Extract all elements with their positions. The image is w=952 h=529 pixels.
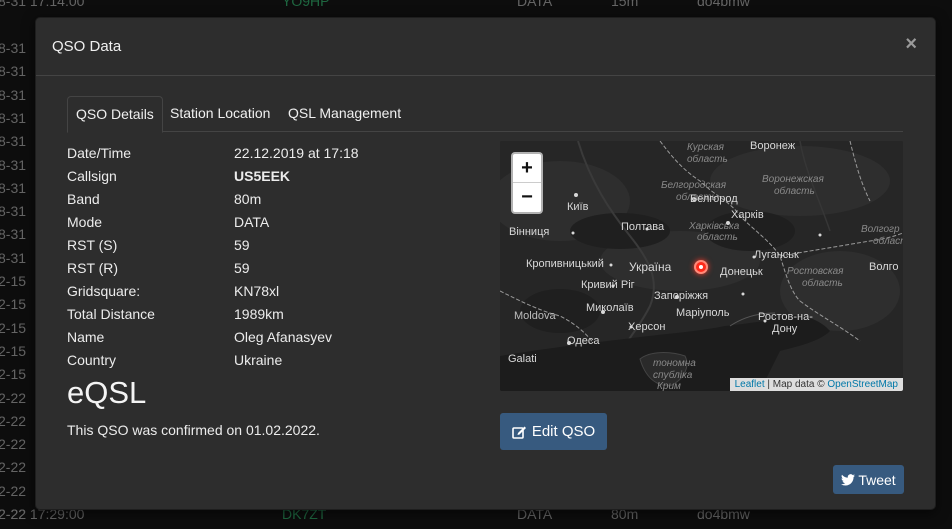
- detail-value: Oleg Afanasyev: [234, 329, 333, 345]
- modal-header: QSO Data ×: [36, 18, 935, 76]
- map-label: Луганськ: [754, 249, 799, 261]
- detail-value: Ukraine: [234, 352, 283, 368]
- edit-icon: [512, 426, 526, 439]
- map-label: область: [697, 232, 738, 243]
- map-label: Київ: [567, 201, 589, 213]
- map-label: Ростов-на-: [758, 311, 813, 323]
- detail-label: Date/Time: [67, 145, 132, 161]
- qso-details-table: Date/Time 22.12.2019 at 17:18 Callsign U…: [67, 145, 487, 375]
- map-zoom-control: + −: [511, 152, 543, 214]
- detail-row-rst-sent: RST (S) 59: [67, 237, 487, 260]
- detail-row-callsign: Callsign US5EEK: [67, 168, 487, 191]
- detail-label: RST (S): [67, 237, 118, 253]
- tab-qso-details[interactable]: QSO Details: [67, 96, 163, 133]
- detail-label: Mode: [67, 214, 103, 230]
- detail-label: Band: [67, 191, 100, 207]
- map-label: Донецьк: [720, 266, 763, 278]
- map-label: Запоріжжя: [654, 290, 709, 302]
- edit-qso-label: Edit QSO: [531, 423, 596, 440]
- modal-title: QSO Data: [52, 38, 122, 55]
- detail-value: 59: [234, 237, 250, 253]
- twitter-bird-icon: [841, 473, 856, 486]
- eqsl-confirmation-text: This QSO was confirmed on 01.02.2022.: [67, 422, 320, 438]
- map-label: спубліка: [653, 370, 693, 381]
- attribution-text: | Map data ©: [764, 379, 828, 390]
- map-label: Одеса: [567, 335, 600, 347]
- tweet-label: Tweet: [858, 471, 896, 488]
- map-label: область: [774, 186, 815, 197]
- detail-value: 22.12.2019 at 17:18: [234, 145, 359, 161]
- qso-data-modal: QSO Data × QSO Details Station Location …: [35, 17, 936, 510]
- detail-label: Total Distance: [67, 306, 155, 322]
- map-label: Волгогр: [861, 224, 900, 235]
- map-label: Белгород: [690, 193, 738, 205]
- eqsl-heading: eQSL: [67, 375, 147, 410]
- map-label: Воронеж: [750, 141, 796, 152]
- map-label: Ростовская: [787, 266, 844, 277]
- detail-value: 80m: [234, 191, 262, 207]
- map-label: область: [687, 154, 728, 165]
- map-label: Кропивницький: [526, 258, 604, 270]
- detail-value: DATA: [234, 214, 270, 230]
- close-button[interactable]: ×: [905, 34, 917, 54]
- detail-row-country: Country Ukraine: [67, 352, 487, 375]
- map-label: област: [873, 236, 903, 247]
- detail-label: RST (R): [67, 260, 119, 276]
- edit-qso-button[interactable]: Edit QSO: [500, 413, 607, 450]
- detail-row-mode: Mode DATA: [67, 214, 487, 237]
- detail-row-datetime: Date/Time 22.12.2019 at 17:18: [67, 145, 487, 168]
- detail-row-gridsquare: Gridsquare: KN78xl: [67, 283, 487, 306]
- detail-label: Callsign: [67, 168, 117, 184]
- map-label: Galati: [508, 353, 537, 365]
- map-label: Вінниця: [509, 226, 550, 238]
- detail-value: US5EEK: [234, 168, 291, 184]
- map-label: Маріуполь: [676, 307, 730, 319]
- map-label: тономна: [653, 358, 696, 369]
- map-label: Курская: [687, 142, 724, 153]
- map-label: Миколаїв: [586, 302, 634, 314]
- map-label: Волго: [869, 261, 899, 273]
- map-attribution: Leaflet | Map data © OpenStreetMap: [729, 378, 903, 391]
- map-label: Полтава: [621, 221, 665, 233]
- zoom-in-button[interactable]: +: [513, 154, 541, 183]
- openstreetmap-link[interactable]: OpenStreetMap: [827, 379, 898, 390]
- map-label: Харківська: [689, 221, 740, 232]
- detail-value: KN78xl: [234, 283, 280, 299]
- station-location-marker[interactable]: [694, 260, 708, 274]
- detail-value: 59: [234, 260, 250, 276]
- detail-label: Gridsquare:: [67, 283, 141, 299]
- detail-label: Name: [67, 329, 105, 345]
- tab-station-location[interactable]: Station Location: [162, 96, 278, 132]
- station-map[interactable]: Курская область Воронеж Воронежская обла…: [500, 141, 903, 391]
- map-label: Харків: [731, 209, 764, 221]
- map-label: Дону: [772, 323, 798, 335]
- detail-label: Country: [67, 352, 117, 368]
- tab-qsl-management[interactable]: QSL Management: [280, 96, 409, 132]
- map-label: Україна: [629, 260, 672, 274]
- tab-bar: QSO Details Station Location QSL Managem…: [67, 96, 903, 133]
- detail-row-rst-received: RST (R) 59: [67, 260, 487, 283]
- map-label: Белгородская: [661, 180, 727, 191]
- map-label: Херсон: [628, 321, 666, 333]
- detail-row-band: Band 80m: [67, 191, 487, 214]
- map-label: Крим: [657, 381, 681, 391]
- detail-value: 1989km: [234, 306, 284, 322]
- map-label: Кривий Ріг: [581, 279, 635, 291]
- map-label: Воронежская: [762, 174, 824, 185]
- map-label: область: [802, 278, 843, 289]
- detail-row-name: Name Oleg Afanasyev: [67, 329, 487, 352]
- map-label: Moldova: [514, 310, 556, 322]
- detail-row-distance: Total Distance 1989km: [67, 306, 487, 329]
- tweet-button[interactable]: Tweet: [833, 465, 904, 494]
- leaflet-link[interactable]: Leaflet: [735, 379, 765, 390]
- zoom-out-button[interactable]: −: [513, 183, 541, 212]
